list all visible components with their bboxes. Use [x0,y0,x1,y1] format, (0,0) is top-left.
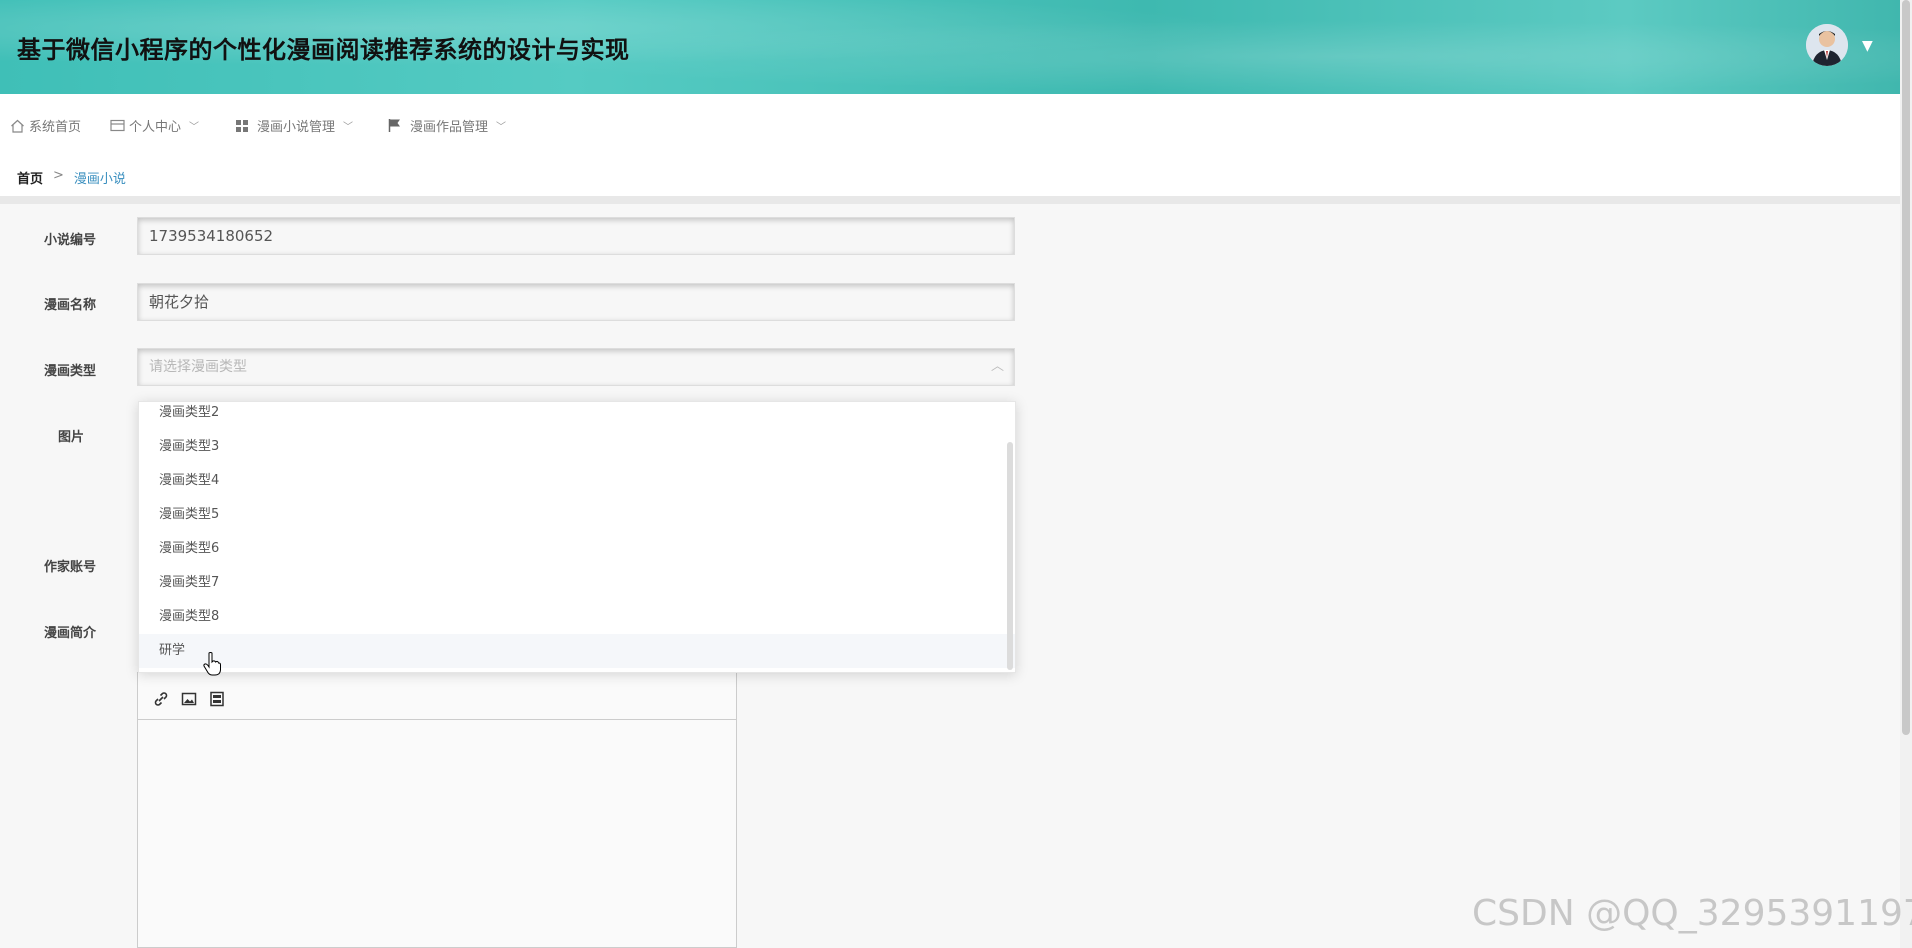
comic-intro-label: 漫画简介 [44,626,97,641]
breadcrumb-bar: 首页 > 漫画小说 [0,152,1900,204]
chevron-down-icon: ﹀ [496,122,507,133]
page-scrollbar[interactable] [1900,0,1912,948]
comic-name-label: 漫画名称 [44,298,97,313]
dropdown-option[interactable]: 漫画类型7 [139,566,1015,600]
hand-cursor-icon [203,652,221,676]
dropdown-option-hovered[interactable]: 研学 [139,634,1015,668]
top-nav: 系统首页 个人中心 ﹀ 漫画小说管理 ﹀ 漫画作品管理 ﹀ [0,94,1900,152]
avatar-caret-icon[interactable]: ▼ [1862,38,1873,54]
app-title: 基于微信小程序的个性化漫画阅读推荐系统的设计与实现 [17,36,630,64]
intro-editor[interactable] [137,672,737,948]
dropdown-option[interactable]: 漫画类型4 [139,464,1015,498]
home-icon [11,119,24,133]
user-avatar[interactable] [1806,24,1848,66]
nav-item-works-management[interactable]: 漫画作品管理 ﹀ [388,116,506,135]
comic-type-select[interactable]: 请选择漫画类型 ︿ [137,348,1015,386]
dropdown-option[interactable]: 漫画类型6 [139,532,1015,566]
novel-no-field[interactable]: 1739534180652 [137,217,1015,255]
nav-item-label: 漫画作品管理 [410,120,489,135]
breadcrumb-separator: > [53,168,64,183]
dropdown-option[interactable]: 漫画类型5 [139,498,1015,532]
nav-item-label: 系统首页 [29,120,82,135]
comic-type-label: 漫画类型 [44,364,97,379]
comic-type-dropdown: 漫画类型2 漫画类型3 漫画类型4 漫画类型5 漫画类型6 漫画类型7 漫画类型… [138,401,1016,673]
nav-item-personal-center[interactable]: 个人中心 ﹀ [110,116,199,135]
dropdown-scrollbar[interactable] [1007,442,1013,670]
nav-item-novel-management[interactable]: 漫画小说管理 ﹀ [235,116,353,135]
image-icon[interactable] [181,691,197,707]
dropdown-option[interactable]: 漫画类型3 [139,430,1015,464]
nav-item-label: 个人中心 [129,120,182,135]
nav-item-home[interactable]: 系统首页 [10,116,81,135]
author-account-label: 作家账号 [44,560,97,575]
chevron-up-icon: ︿ [990,359,1004,374]
comic-type-placeholder: 请选择漫画类型 [149,359,247,375]
header-bar: 基于微信小程序的个性化漫画阅读推荐系统的设计与实现 ▼ [0,0,1912,94]
watermark: CSDN @QQ_3295391197 [1472,893,1912,934]
editor-toolbar [138,673,736,720]
chevron-down-icon: ﹀ [189,122,200,133]
dropdown-option[interactable]: 漫画类型2 [139,402,1015,430]
breadcrumb: 首页 > 漫画小说 [17,168,126,187]
chevron-down-icon: ﹀ [343,122,354,133]
image-label: 图片 [58,430,85,445]
page-scrollbar-thumb[interactable] [1902,0,1910,735]
nav-item-label: 漫画小说管理 [257,120,336,135]
video-icon[interactable] [209,691,225,707]
comic-name-field[interactable]: 朝花夕拾 [137,283,1015,321]
breadcrumb-home[interactable]: 首页 [17,168,43,187]
flag-icon [388,119,400,132]
avatar-image [1806,24,1848,66]
dropdown-option[interactable]: 漫画类型8 [139,600,1015,634]
link-icon[interactable] [153,691,169,707]
grid-icon [236,119,248,132]
novel-no-label: 小说编号 [44,233,97,248]
card-icon [110,119,125,132]
breadcrumb-current: 漫画小说 [73,172,126,187]
